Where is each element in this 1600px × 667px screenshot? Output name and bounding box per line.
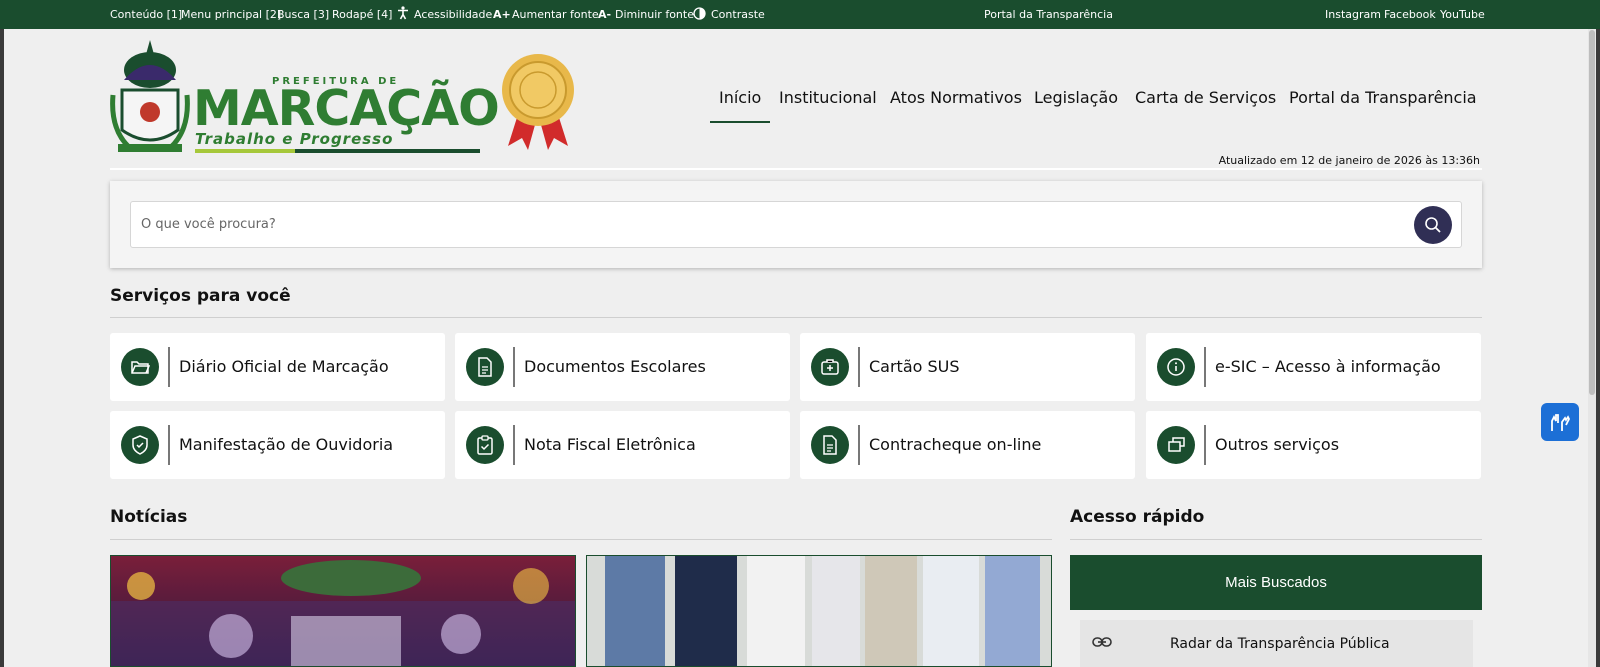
news-photo-group	[587, 556, 1051, 666]
search-icon	[1425, 217, 1441, 233]
skip-menu-link[interactable]: Menu principal [2]	[181, 8, 281, 21]
nav-item-inicio[interactable]: Início	[719, 88, 761, 107]
service-card-esic[interactable]: e-SIC – Acesso à informação	[1146, 333, 1481, 401]
service-divider	[513, 347, 515, 387]
document-icon	[466, 348, 504, 386]
skip-search-link[interactable]: Busca [3]	[277, 8, 329, 21]
document-icon	[811, 426, 849, 464]
contrast-link[interactable]: Contraste	[711, 8, 765, 21]
news-thumbnail-2[interactable]	[586, 555, 1052, 667]
service-divider	[1204, 347, 1206, 387]
nav-item-carta-servicos[interactable]: Carta de Serviços	[1135, 88, 1276, 107]
contrast-icon[interactable]	[693, 7, 706, 23]
font-decrease-link[interactable]: Diminuir fonte	[615, 8, 694, 21]
search-panel	[110, 181, 1482, 268]
window-frame-left	[0, 0, 4, 667]
service-label: Nota Fiscal Eletrônica	[524, 435, 696, 454]
news-title: Notícias	[110, 507, 188, 527]
transparency-portal-link[interactable]: Portal da Transparência	[984, 8, 1113, 21]
skip-content-link[interactable]: Conteúdo [1]	[110, 8, 182, 21]
service-label: Contracheque on-line	[869, 435, 1042, 454]
info-icon	[1157, 348, 1195, 386]
services-rule	[110, 317, 1482, 318]
instagram-link[interactable]: Instagram	[1325, 8, 1381, 21]
service-card-cartao-sus[interactable]: Cartão SUS	[800, 333, 1135, 401]
sign-language-widget-button[interactable]	[1541, 403, 1579, 441]
service-label: Diário Oficial de Marcação	[179, 357, 389, 376]
service-divider	[858, 425, 860, 465]
service-label: Manifestação de Ouvidoria	[179, 435, 394, 454]
service-label: e-SIC – Acesso à informação	[1215, 357, 1441, 376]
accessibility-link[interactable]: Acessibilidade	[414, 8, 492, 21]
news-photo-christmas-lights	[111, 556, 575, 666]
youtube-link[interactable]: YouTube	[1440, 8, 1485, 21]
stacked-windows-icon	[1157, 426, 1195, 464]
sign-language-hands-icon	[1551, 414, 1571, 431]
service-label: Documentos Escolares	[524, 357, 706, 376]
service-divider	[168, 425, 170, 465]
nav-item-institucional[interactable]: Institucional	[779, 88, 877, 107]
service-divider	[168, 347, 170, 387]
search-input[interactable]	[130, 201, 1462, 248]
nav-item-legislacao[interactable]: Legislação	[1034, 88, 1118, 107]
service-divider	[1204, 425, 1206, 465]
nav-item-atos-normativos[interactable]: Atos Normativos	[890, 88, 1022, 107]
folder-icon	[121, 348, 159, 386]
service-card-contracheque[interactable]: Contracheque on-line	[800, 411, 1135, 479]
service-label: Cartão SUS	[869, 357, 960, 376]
service-card-diario-oficial[interactable]: Diário Oficial de Marcação	[110, 333, 445, 401]
seal-medal-icon	[502, 54, 574, 150]
quick-access-title: Acesso rápido	[1070, 507, 1205, 527]
brand-motto: Trabalho e Progresso	[195, 130, 394, 148]
facebook-link[interactable]: Facebook	[1384, 8, 1436, 21]
font-increase-link[interactable]: Aumentar fonte	[512, 8, 599, 21]
services-title: Serviços para você	[110, 286, 291, 306]
news-rule	[110, 539, 1052, 540]
link-icon	[1092, 637, 1112, 647]
header-divider	[110, 168, 1482, 170]
last-updated-text: Atualizado em 12 de janeiro de 2026 às 1…	[1218, 154, 1480, 167]
search-button[interactable]	[1414, 206, 1452, 244]
service-card-ouvidoria[interactable]: Manifestação de Ouvidoria	[110, 411, 445, 479]
service-card-outros[interactable]: Outros serviços	[1146, 411, 1481, 479]
service-label: Outros serviços	[1215, 435, 1340, 454]
quick-link-label: Radar da Transparência Pública	[1170, 636, 1390, 652]
service-card-documentos-escolares[interactable]: Documentos Escolares	[455, 333, 790, 401]
medical-case-icon	[811, 348, 849, 386]
accessibility-bar: Conteúdo [1] Menu principal [2] Busca [3…	[0, 0, 1600, 29]
font-increase-icon[interactable]: A+	[493, 8, 511, 21]
accessibility-icon[interactable]	[397, 6, 409, 23]
quick-link-radar-transparencia[interactable]: Radar da Transparência Pública	[1080, 620, 1473, 667]
most-searched-header: Mais Buscados	[1070, 555, 1482, 610]
skip-footer-link[interactable]: Rodapé [4]	[332, 8, 392, 21]
crest-icon	[110, 40, 190, 152]
clipboard-check-icon	[466, 426, 504, 464]
window-frame-right	[1596, 0, 1600, 667]
nav-active-indicator	[710, 121, 770, 123]
quick-access-rule	[1070, 539, 1482, 540]
service-divider	[858, 347, 860, 387]
nav-item-portal-transparencia[interactable]: Portal da Transparência	[1289, 88, 1477, 107]
brand-underline-accent	[195, 149, 295, 153]
news-thumbnail-1[interactable]	[110, 555, 576, 667]
font-decrease-icon[interactable]: A-	[598, 8, 611, 21]
scrollbar-thumb[interactable]	[1589, 30, 1595, 395]
brand-name: MARCAÇÃO	[193, 80, 500, 137]
shield-check-icon	[121, 426, 159, 464]
service-card-nota-fiscal[interactable]: Nota Fiscal Eletrônica	[455, 411, 790, 479]
service-divider	[513, 425, 515, 465]
